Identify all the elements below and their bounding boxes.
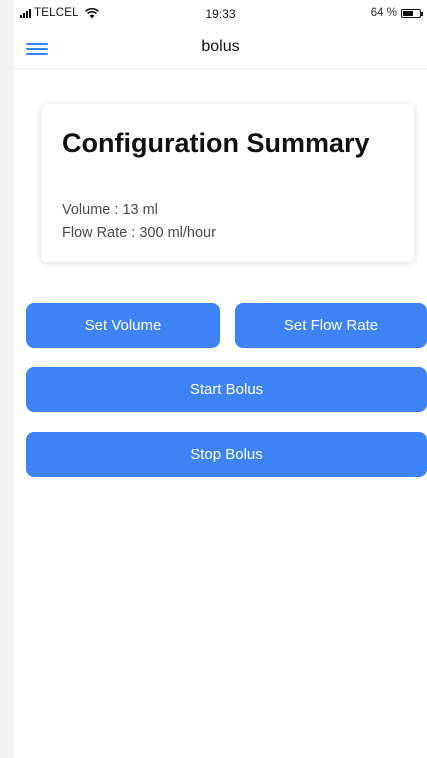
battery-level-fill [403,10,414,16]
flow-rate-value: Flow Rate : 300 ml/hour [62,225,216,241]
stop-bolus-button[interactable]: Stop Bolus [26,432,427,477]
configuration-summary-card: Configuration Summary Volume : 13 ml Flo… [41,104,414,262]
status-bar: TELCEL 19:33 64 % [14,0,427,28]
set-volume-button[interactable]: Set Volume [26,303,220,348]
status-right: 64 % [370,7,423,19]
page-title: bolus [201,38,240,55]
set-flow-rate-button[interactable]: Set Flow Rate [235,303,427,348]
nav-header: bolus [14,28,427,69]
status-time: 19:33 [205,7,236,21]
battery-icon [401,8,423,18]
volume-value: Volume : 13 ml [62,202,158,218]
start-bolus-button[interactable]: Start Bolus [26,367,427,412]
battery-percent: 64 % [370,7,397,19]
summary-title: Configuration Summary [62,128,370,158]
app-screen: TELCEL 19:33 64 % bolus Configuration Su… [14,0,427,758]
